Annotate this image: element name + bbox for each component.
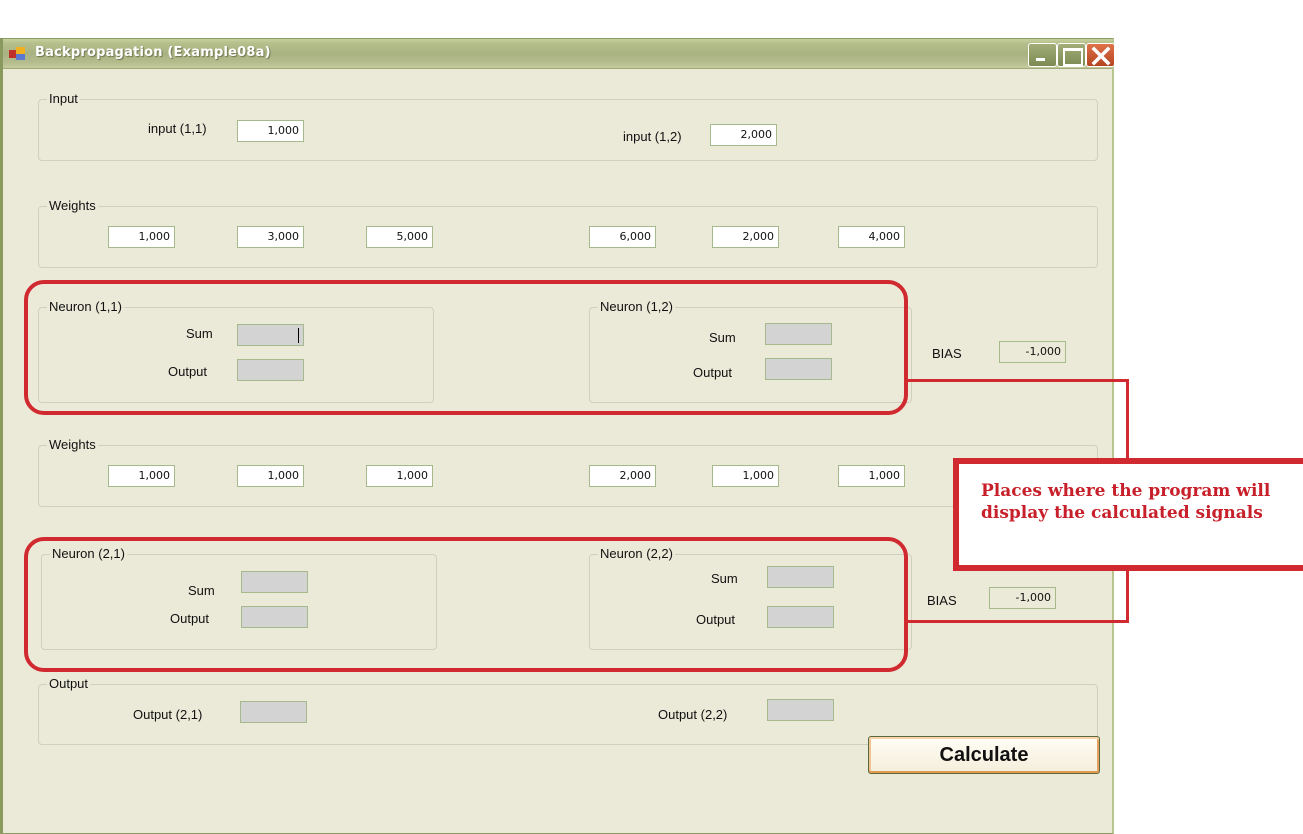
- neuron-2-1-sum-field[interactable]: [241, 571, 308, 593]
- bias-2-label: BIAS: [927, 593, 957, 608]
- weight-4-field[interactable]: 6,000: [589, 226, 656, 248]
- output-group-label: Output: [47, 676, 91, 691]
- weight-7-field[interactable]: 1,000: [108, 465, 175, 487]
- neuron-1-2-sum-label: Sum: [709, 330, 736, 345]
- minimize-button[interactable]: [1028, 43, 1057, 67]
- neuron-1-1-group: Neuron (1,1): [38, 299, 434, 403]
- output-2-1-field[interactable]: [240, 701, 307, 723]
- calculate-button[interactable]: Calculate: [868, 736, 1100, 774]
- weight-10-field[interactable]: 2,000: [589, 465, 656, 487]
- neuron-1-1-sum-field[interactable]: [237, 324, 304, 346]
- weight-11-field[interactable]: 1,000: [712, 465, 779, 487]
- weights-2-group-label: Weights: [47, 437, 98, 452]
- annotation-callout: Places where the program will display th…: [953, 458, 1303, 571]
- text-caret: [298, 328, 299, 343]
- title-bar[interactable]: Backpropagation (Example08a): [3, 39, 1115, 69]
- weights-2-group: Weights: [38, 437, 1098, 507]
- neuron-2-1-output-label: Output: [170, 611, 210, 626]
- weights-1-group-label: Weights: [47, 198, 98, 213]
- close-icon: [1091, 46, 1111, 66]
- neuron-1-1-sum-label: Sum: [186, 326, 213, 341]
- neuron-2-2-sum-field[interactable]: [767, 566, 834, 588]
- neuron-2-1-label: Neuron (2,1): [50, 546, 127, 561]
- window-title: Backpropagation (Example08a): [35, 45, 271, 60]
- app-window: Backpropagation (Example08a) Input input…: [0, 38, 1115, 834]
- input-1-1-label: input (1,1): [148, 121, 207, 136]
- neuron-1-2-output-label: Output: [693, 365, 733, 380]
- neuron-1-2-sum-field[interactable]: [765, 323, 832, 345]
- neuron-2-2-label: Neuron (2,2): [598, 546, 675, 561]
- neuron-1-1-label: Neuron (1,1): [47, 299, 124, 314]
- weight-5-field[interactable]: 2,000: [712, 226, 779, 248]
- input-group-label: Input: [47, 91, 80, 106]
- weight-8-field[interactable]: 1,000: [237, 465, 304, 487]
- app-icon[interactable]: [9, 47, 27, 61]
- weight-1-field[interactable]: 1,000: [108, 226, 175, 248]
- weight-12-field[interactable]: 1,000: [838, 465, 905, 487]
- input-1-1-field[interactable]: 1,000: [237, 120, 304, 142]
- input-1-2-field[interactable]: 2,000: [710, 124, 777, 146]
- neuron-2-1-output-field[interactable]: [241, 606, 308, 628]
- maximize-button[interactable]: [1057, 43, 1086, 67]
- output-2-2-label: Output (2,2): [658, 707, 728, 722]
- neuron-1-1-output-label: Output: [168, 364, 208, 379]
- neuron-1-1-output-field[interactable]: [237, 359, 304, 381]
- weight-2-field[interactable]: 3,000: [237, 226, 304, 248]
- weight-6-field[interactable]: 4,000: [838, 226, 905, 248]
- weight-3-field[interactable]: 5,000: [366, 226, 433, 248]
- weights-1-group: Weights: [38, 198, 1098, 268]
- bias-2-field[interactable]: -1,000: [989, 587, 1056, 609]
- neuron-1-2-label: Neuron (1,2): [598, 299, 675, 314]
- input-1-2-label: input (1,2): [623, 129, 682, 144]
- neuron-2-2-output-field[interactable]: [767, 606, 834, 628]
- neuron-2-1-group: Neuron (2,1): [41, 546, 437, 650]
- neuron-2-2-group: Neuron (2,2): [589, 546, 912, 650]
- neuron-1-2-group: Neuron (1,2): [589, 299, 912, 403]
- bias-1-field[interactable]: -1,000: [999, 341, 1066, 363]
- close-button[interactable]: [1086, 43, 1115, 67]
- neuron-2-1-sum-label: Sum: [188, 583, 215, 598]
- output-2-1-label: Output (2,1): [133, 707, 203, 722]
- neuron-1-2-output-field[interactable]: [765, 358, 832, 380]
- neuron-2-2-output-label: Output: [696, 612, 736, 627]
- bias-1-label: BIAS: [932, 346, 962, 361]
- output-2-2-field[interactable]: [767, 699, 834, 721]
- weight-9-field[interactable]: 1,000: [366, 465, 433, 487]
- neuron-2-2-sum-label: Sum: [711, 571, 738, 586]
